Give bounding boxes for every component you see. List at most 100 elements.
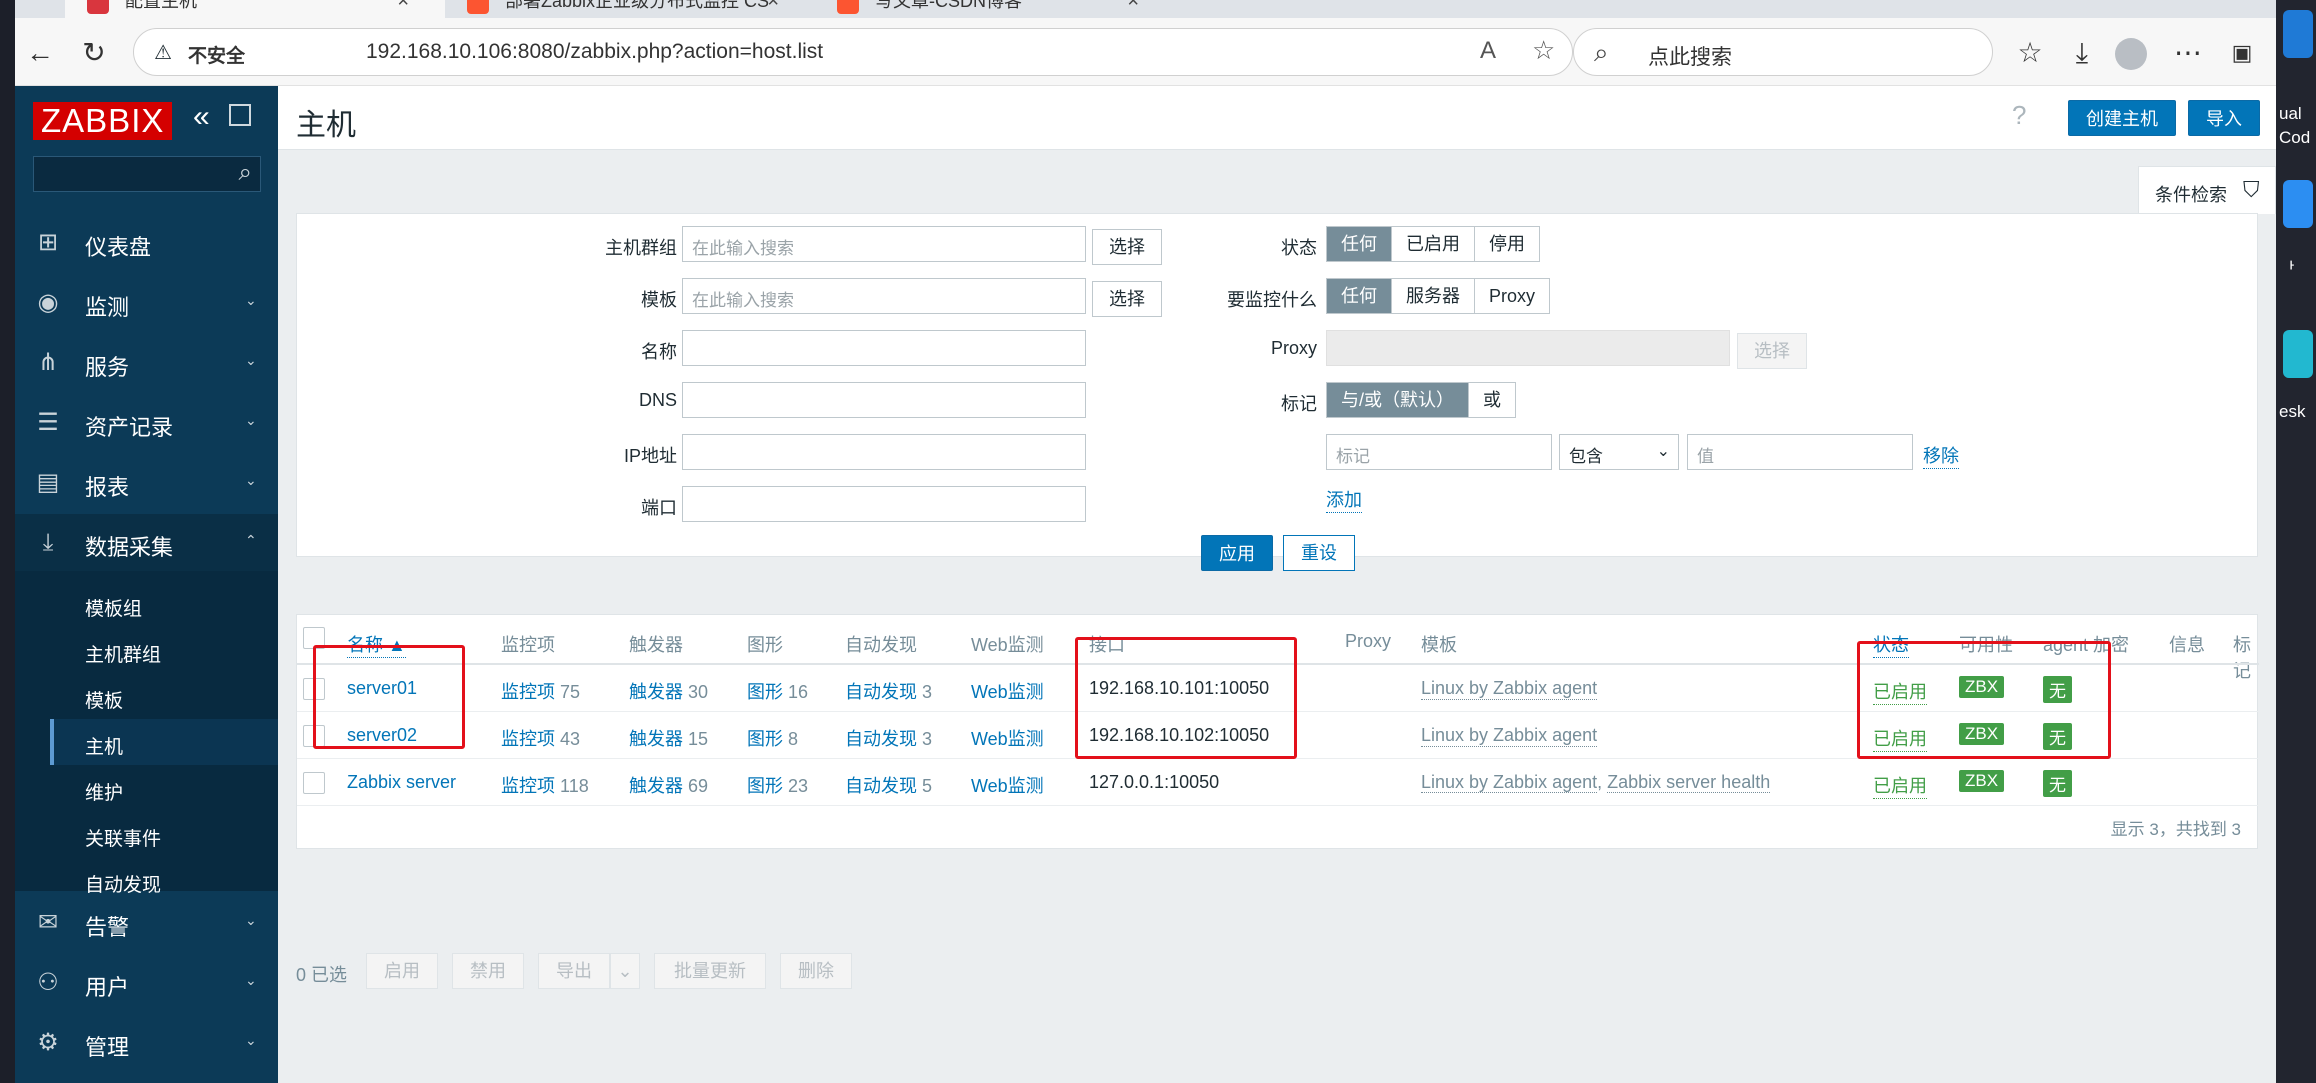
discovery-cell[interactable]: 自动发现 5: [845, 772, 932, 798]
items-link[interactable]: 监控项: [501, 776, 555, 796]
create-host-button[interactable]: 创建主机: [2068, 100, 2176, 136]
browser-search-box[interactable]: ⌕ 点此搜索: [1573, 28, 1993, 76]
graphs-link[interactable]: 图形: [747, 729, 783, 749]
zabbix-logo[interactable]: ZABBIX: [33, 102, 173, 140]
tag-operator-select[interactable]: 包含 ⌄: [1559, 434, 1679, 470]
reset-filter-button[interactable]: 重设: [1283, 535, 1355, 571]
web-link[interactable]: Web监测: [971, 725, 1044, 751]
discovery-cell[interactable]: 自动发现 3: [845, 678, 932, 704]
items-link[interactable]: 监控项: [501, 729, 555, 749]
dns-input[interactable]: [682, 382, 1086, 418]
template-link[interactable]: Zabbix server health: [1607, 772, 1771, 793]
discovery-link[interactable]: 自动发现: [845, 682, 917, 702]
host-group-select-button[interactable]: 选择: [1092, 229, 1162, 265]
nav-reports[interactable]: ▤ 报表 ⌄: [15, 454, 278, 514]
submenu-maintenance[interactable]: 维护: [50, 765, 278, 811]
submenu-template-groups[interactable]: 模板组: [50, 581, 278, 627]
close-icon[interactable]: ×: [767, 0, 779, 16]
favorites-icon[interactable]: ☆: [2013, 36, 2047, 70]
discovery-link[interactable]: 自动发现: [845, 729, 917, 749]
filter-tab[interactable]: 条件检索 ⛉: [2138, 166, 2276, 214]
template-input[interactable]: 在此输入搜索: [682, 278, 1086, 314]
template-link[interactable]: Linux by Zabbix agent: [1421, 678, 1598, 700]
kiosk-mode-icon[interactable]: [229, 104, 251, 126]
monitored-server-option[interactable]: 服务器: [1392, 279, 1475, 313]
items-cell[interactable]: 监控项 75: [501, 678, 580, 704]
app-desktop-icon[interactable]: [2283, 180, 2313, 228]
nav-dashboard[interactable]: ⊞ 仪表盘: [15, 214, 278, 274]
download-icon[interactable]: ⤓: [2065, 36, 2099, 70]
collapse-sidebar-icon[interactable]: «: [193, 100, 210, 134]
nav-alerts[interactable]: ✉ 告警 ⌄: [15, 894, 278, 954]
triggers-link[interactable]: 触发器: [629, 729, 683, 749]
graphs-cell[interactable]: 图形 23: [747, 772, 808, 798]
status-toggle[interactable]: 已启用: [1873, 772, 1927, 799]
template-link[interactable]: Linux by Zabbix agent: [1421, 772, 1598, 793]
read-aloud-icon[interactable]: A: [1480, 37, 1496, 65]
submenu-host-groups[interactable]: 主机群组: [50, 627, 278, 673]
back-arrow-icon[interactable]: ←: [23, 36, 57, 70]
items-cell[interactable]: 监控项 118: [501, 772, 589, 798]
help-icon[interactable]: ?: [2012, 100, 2026, 131]
template-select-button[interactable]: 选择: [1092, 281, 1162, 317]
remove-tag-link[interactable]: 移除: [1923, 442, 1959, 469]
ip-input[interactable]: [682, 434, 1086, 470]
nav-monitoring[interactable]: ◉ 监测 ⌄: [15, 274, 278, 334]
browser-tab[interactable]: 写文章-CSDN博客 ×: [815, 0, 1175, 18]
triggers-cell[interactable]: 触发器 15: [629, 725, 708, 751]
name-input[interactable]: [682, 330, 1086, 366]
monitored-any-option[interactable]: 任何: [1327, 279, 1392, 313]
row-checkbox[interactable]: [303, 772, 325, 794]
tag-name-input[interactable]: 标记: [1326, 434, 1552, 470]
browser-tab[interactable]: 部署Zabbix企业级分布式监控 CS ×: [445, 0, 815, 18]
nav-data-collection[interactable]: ⤓ 数据采集 ⌃: [15, 514, 278, 574]
discovery-link[interactable]: 自动发现: [845, 776, 917, 796]
web-link[interactable]: Web监测: [971, 678, 1044, 704]
triggers-link[interactable]: 触发器: [629, 682, 683, 702]
status-enabled-option[interactable]: 已启用: [1392, 227, 1475, 261]
sidebar-search-input[interactable]: ⌕: [33, 156, 261, 192]
url-text[interactable]: 192.168.10.106:8080/zabbix.php?action=ho…: [366, 40, 823, 64]
nav-administration[interactable]: ⚙ 管理 ⌄: [15, 1014, 278, 1074]
template-link[interactable]: Linux by Zabbix agent: [1421, 725, 1598, 747]
submenu-event-correlation[interactable]: 关联事件: [50, 811, 278, 857]
submenu-hosts[interactable]: 主机: [50, 719, 278, 765]
close-icon[interactable]: ×: [1127, 0, 1139, 16]
monitored-proxy-option[interactable]: Proxy: [1475, 279, 1550, 313]
items-link[interactable]: 监控项: [501, 682, 555, 702]
close-icon[interactable]: ×: [397, 0, 409, 16]
profile-avatar-icon[interactable]: [2115, 38, 2147, 70]
graphs-cell[interactable]: 图形 8: [747, 725, 798, 751]
triggers-cell[interactable]: 触发器 69: [629, 772, 708, 798]
nav-services[interactable]: ⋔ 服务 ⌄: [15, 334, 278, 394]
tags-and-or-option[interactable]: 与/或（默认）: [1327, 383, 1470, 417]
vscode-desktop-icon[interactable]: [2283, 10, 2313, 58]
submenu-templates[interactable]: 模板: [50, 673, 278, 719]
apply-filter-button[interactable]: 应用: [1201, 535, 1273, 571]
port-input[interactable]: [682, 486, 1086, 522]
tag-value-input[interactable]: 值: [1687, 434, 1913, 470]
graphs-link[interactable]: 图形: [747, 682, 783, 702]
import-button[interactable]: 导入: [2188, 100, 2260, 136]
web-link[interactable]: Web监测: [971, 772, 1044, 798]
browser-tab-active[interactable]: 配置主机 ×: [65, 0, 445, 18]
status-any-option[interactable]: 任何: [1327, 227, 1392, 261]
nav-users[interactable]: ⚇ 用户 ⌄: [15, 954, 278, 1014]
nav-inventory[interactable]: ☰ 资产记录 ⌄: [15, 394, 278, 454]
triggers-link[interactable]: 触发器: [629, 776, 683, 796]
host-name-link[interactable]: Zabbix server: [347, 772, 456, 793]
add-tag-link[interactable]: 添加: [1326, 486, 1362, 513]
tags-or-option[interactable]: 或: [1469, 383, 1516, 417]
graphs-cell[interactable]: 图形 16: [747, 678, 808, 704]
address-bar[interactable]: ⚠ 不安全 192.168.10.106:8080/zabbix.php?act…: [133, 28, 1573, 76]
triggers-cell[interactable]: 触发器 30: [629, 678, 708, 704]
discovery-cell[interactable]: 自动发现 3: [845, 725, 932, 751]
sidebar-toggle-icon[interactable]: ▣: [2225, 36, 2259, 70]
app-desktop-icon[interactable]: [2283, 330, 2313, 378]
host-group-input[interactable]: 在此输入搜索: [682, 226, 1086, 262]
status-disabled-option[interactable]: 停用: [1475, 227, 1539, 261]
star-icon[interactable]: ☆: [1532, 35, 1555, 66]
reload-icon[interactable]: ↻: [77, 36, 111, 70]
more-icon[interactable]: ⋯: [2171, 36, 2205, 70]
graphs-link[interactable]: 图形: [747, 776, 783, 796]
